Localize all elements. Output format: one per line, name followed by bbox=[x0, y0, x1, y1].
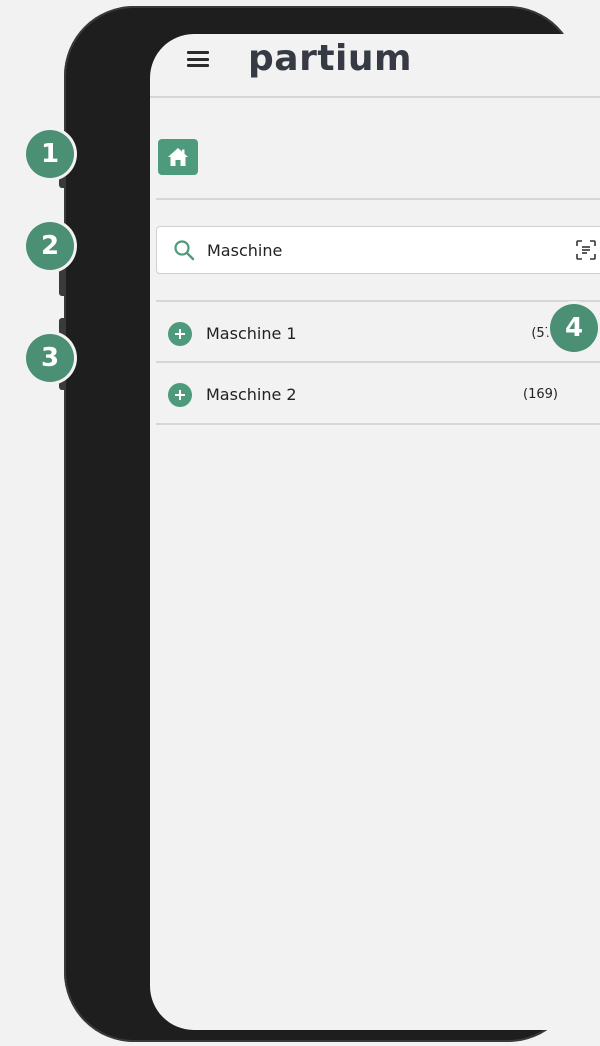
app-logo: partium bbox=[248, 38, 413, 79]
callout-badge-2: 2 bbox=[26, 222, 74, 270]
divider bbox=[156, 198, 600, 200]
list-item-count: (169) bbox=[523, 387, 558, 402]
plus-circle-icon[interactable] bbox=[168, 383, 192, 407]
search-icon[interactable] bbox=[173, 239, 195, 261]
callout-badge-4: 4 bbox=[550, 304, 598, 352]
divider bbox=[156, 361, 600, 363]
scan-document-icon[interactable] bbox=[575, 239, 597, 261]
home-button[interactable] bbox=[158, 139, 198, 175]
phone-frame: partium Maschine Maschine 1 (57) Maschin… bbox=[64, 6, 600, 1042]
search-input[interactable] bbox=[207, 235, 557, 265]
callout-badge-1: 1 bbox=[26, 130, 74, 178]
home-icon bbox=[168, 148, 188, 166]
search-bar[interactable] bbox=[156, 226, 600, 274]
app-screen: partium Maschine Maschine 1 (57) Maschin… bbox=[150, 34, 600, 1030]
list-item-label: Maschine 2 bbox=[206, 385, 297, 404]
plus-circle-icon[interactable] bbox=[168, 322, 192, 346]
app-header: partium bbox=[150, 34, 600, 98]
callout-badge-3: 3 bbox=[26, 334, 74, 382]
list-item[interactable]: Maschine 2 (169) bbox=[156, 365, 600, 425]
divider bbox=[156, 423, 600, 425]
list-item[interactable]: Maschine 1 (57) bbox=[156, 304, 600, 364]
list-item-label: Maschine 1 bbox=[206, 324, 297, 343]
divider bbox=[156, 300, 600, 302]
hamburger-icon[interactable] bbox=[187, 51, 209, 67]
